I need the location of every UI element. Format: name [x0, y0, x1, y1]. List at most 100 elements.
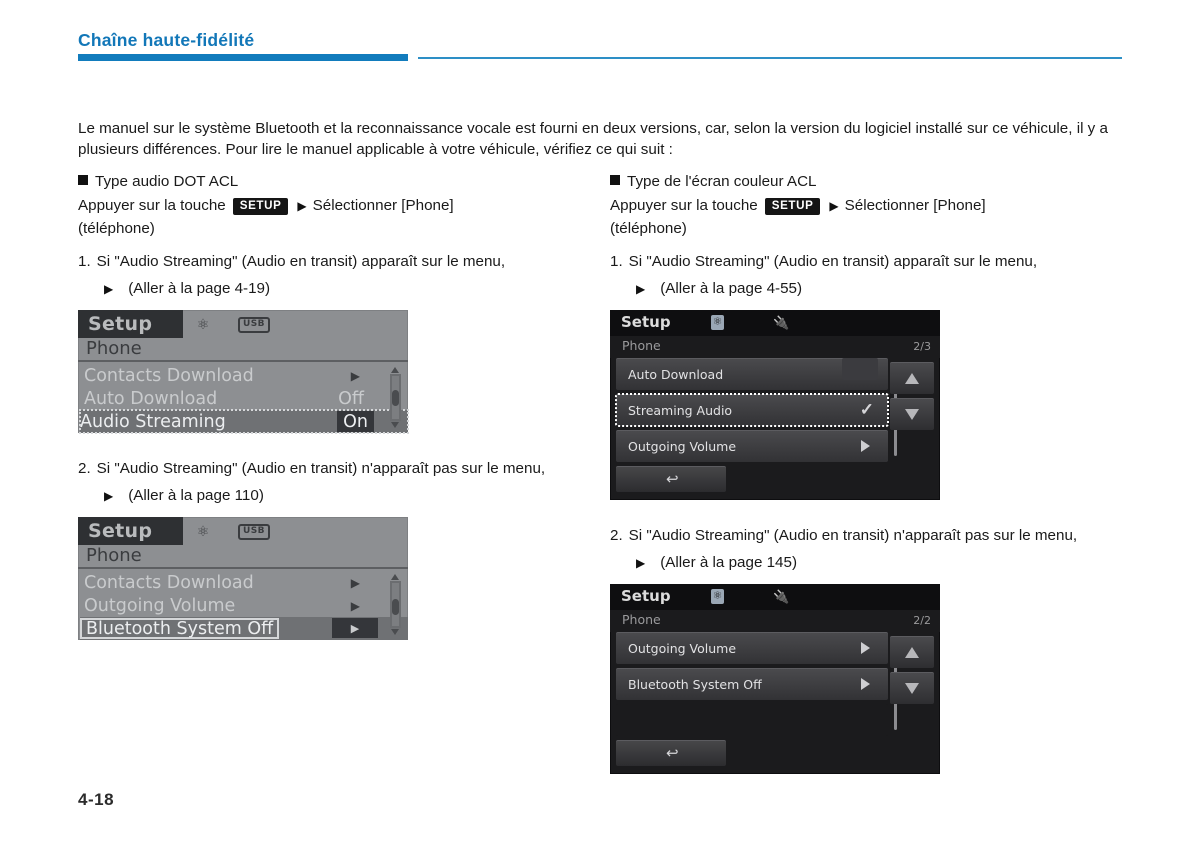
list-item[interactable]: Auto Download Off	[84, 387, 408, 410]
right-column: Type de l'écran couleur ACL Appuyer sur …	[610, 172, 1130, 774]
left-step-2-number: 2.	[78, 460, 91, 477]
list-item[interactable]: Auto Download	[616, 358, 888, 390]
arrow-right-icon[interactable]: ▶	[332, 618, 378, 638]
left-step-2: 2. Si "Audio Streaming" (Audio en transi…	[78, 459, 598, 479]
right-press-prefix: Appuyer sur la touche	[610, 197, 758, 214]
right-step-1: 1. Si "Audio Streaming" (Audio en transi…	[610, 252, 1130, 272]
page-number: 4-18	[78, 790, 115, 809]
scroll-up-icon[interactable]	[391, 367, 399, 373]
right-section-heading: Type de l'écran couleur ACL	[610, 172, 1130, 192]
right-step-2-number: 2.	[610, 527, 623, 544]
scroll-up-icon	[905, 373, 919, 384]
scroll-down-button[interactable]	[890, 398, 934, 430]
color-lcd-2-body: Outgoing Volume Bluetooth System Off	[610, 632, 940, 736]
list-item[interactable]: Bluetooth System Off	[616, 668, 888, 700]
scroll-down-icon[interactable]	[391, 422, 399, 428]
dot-lcd-2-submenu: Phone	[78, 545, 408, 569]
arrow-right-icon	[861, 678, 870, 690]
page-title: Chaîne haute-fidélité	[78, 30, 255, 50]
setup-key-badge[interactable]: SETUP	[232, 197, 289, 215]
color-lcd-2-header: Setup ⚛ 🔌	[610, 584, 940, 610]
list-item-label: Bluetooth System Off	[80, 618, 280, 639]
list-item-value: Off	[338, 388, 364, 409]
right-step-1-number: 1.	[610, 253, 623, 270]
scroll-thumb[interactable]	[392, 390, 399, 406]
left-step-1-goto: ▶ (Aller à la page 4-19)	[78, 279, 598, 299]
left-step-2-goto: ▶ (Aller à la page 110)	[78, 486, 598, 506]
scroll-up-icon[interactable]	[391, 574, 399, 580]
left-step-1: 1. Si "Audio Streaming" (Audio en transi…	[78, 252, 598, 272]
list-item[interactable]: Outgoing Volume ▶	[84, 594, 408, 617]
list-item-empty	[616, 704, 888, 736]
arrow-right-icon: ▶	[350, 368, 360, 383]
color-lcd-screenshot-1: Setup ⚛ 🔌 Phone 2/3 Auto Download Stream…	[610, 310, 940, 500]
list-item[interactable]: Outgoing Volume	[616, 430, 888, 462]
color-lcd-screenshot-2: Setup ⚛ 🔌 Phone 2/2 Outgoing Volume Blue…	[610, 584, 940, 774]
right-step-2-goto-text: (Aller à la page 145)	[660, 554, 798, 571]
usb-icon: 🔌	[773, 315, 790, 330]
dot-lcd-2-scrollbar[interactable]	[388, 573, 403, 636]
scroll-up-button[interactable]	[890, 362, 934, 394]
list-item[interactable]: Contacts Download ▶	[84, 364, 408, 387]
intro-paragraph: Le manuel sur le système Bluetooth et la…	[78, 120, 1108, 158]
left-section-title: Type audio DOT ACL	[95, 173, 239, 190]
scroll-up-button[interactable]	[890, 636, 934, 668]
list-item-label: Bluetooth System Off	[628, 677, 762, 692]
dot-lcd-1-submenu: Phone	[78, 338, 408, 362]
arrow-right-icon: ▶	[297, 199, 307, 213]
left-column: Type audio DOT ACL Appuyer sur la touche…	[78, 172, 598, 640]
list-item[interactable]: Contacts Download ▶	[84, 571, 408, 594]
list-item-label: Auto Download	[84, 388, 218, 409]
dot-lcd-1-submenu-label: Phone	[86, 338, 142, 359]
list-item-value: On	[337, 411, 374, 432]
setup-key-badge[interactable]: SETUP	[764, 197, 821, 215]
left-step-2-text: Si "Audio Streaming" (Audio en transit) …	[96, 460, 546, 477]
color-lcd-1-list: Auto Download Streaming Audio ✓ Outgoing…	[615, 358, 889, 462]
color-lcd-2-submenu-label: Phone	[622, 612, 661, 627]
arrow-right-icon: ▶	[636, 282, 646, 296]
left-step-2-goto-text: (Aller à la page 110)	[128, 487, 264, 504]
scroll-down-button[interactable]	[890, 672, 934, 704]
right-section-title: Type de l'écran couleur ACL	[627, 173, 817, 190]
color-lcd-1-submenu-label: Phone	[622, 338, 661, 353]
list-item-label: Outgoing Volume	[628, 641, 737, 656]
arrow-right-icon: ▶	[104, 489, 114, 503]
bluetooth-icon: ⚛	[711, 589, 724, 604]
color-lcd-1-title: Setup	[621, 313, 671, 331]
arrow-right-icon: ▶	[636, 556, 646, 570]
color-lcd-2-page-indicator: 2/2	[913, 614, 931, 627]
dot-lcd-1-tab-label: Setup	[88, 313, 153, 335]
color-lcd-1-header: Setup ⚛ 🔌	[610, 310, 940, 336]
color-lcd-1-footer: ↩	[610, 466, 940, 500]
dot-lcd-1-scrollbar[interactable]	[388, 366, 403, 429]
scroll-thumb[interactable]	[392, 599, 399, 615]
right-step-1-text: Si "Audio Streaming" (Audio en transit) …	[628, 253, 1038, 270]
scroll-down-icon[interactable]	[391, 629, 399, 635]
back-button[interactable]: ↩	[616, 740, 726, 766]
list-item-selected[interactable]: Streaming Audio ✓	[615, 393, 889, 427]
list-item-selected[interactable]: Bluetooth System Off ▶	[80, 617, 408, 640]
scroll-up-icon	[905, 647, 919, 658]
back-button[interactable]: ↩	[616, 466, 726, 492]
arrow-right-icon: ▶	[350, 575, 360, 590]
color-lcd-2-footer: ↩	[610, 740, 940, 774]
dot-lcd-1-header: Setup ⚛ USB	[78, 310, 408, 338]
list-item-label: Streaming Audio	[628, 403, 733, 418]
checkmark-icon: ✓	[859, 400, 874, 419]
bullet-square-icon	[610, 175, 620, 185]
checkbox-empty-icon[interactable]	[842, 358, 878, 380]
dot-lcd-2-header: Setup ⚛ USB	[78, 517, 408, 545]
left-press-suffix: Sélectionner [Phone]	[312, 197, 454, 214]
right-press-suffix: Sélectionner [Phone]	[844, 197, 986, 214]
list-item-label: Outgoing Volume	[84, 595, 236, 616]
list-item-label: Audio Streaming	[80, 411, 226, 432]
bluetooth-icon: ⚛	[196, 316, 210, 332]
dot-lcd-screenshot-1: Setup ⚛ USB Phone Contacts Download ▶ Au…	[78, 310, 409, 434]
list-item[interactable]: Outgoing Volume	[616, 632, 888, 664]
header-rule-thick	[78, 54, 408, 61]
arrow-right-icon	[861, 440, 870, 452]
list-item-selected[interactable]: Audio Streaming On	[79, 409, 409, 434]
left-press-paren: (téléphone)	[78, 220, 155, 237]
color-lcd-2-title: Setup	[621, 587, 671, 605]
right-step-2-goto: ▶ (Aller à la page 145)	[610, 553, 1130, 573]
